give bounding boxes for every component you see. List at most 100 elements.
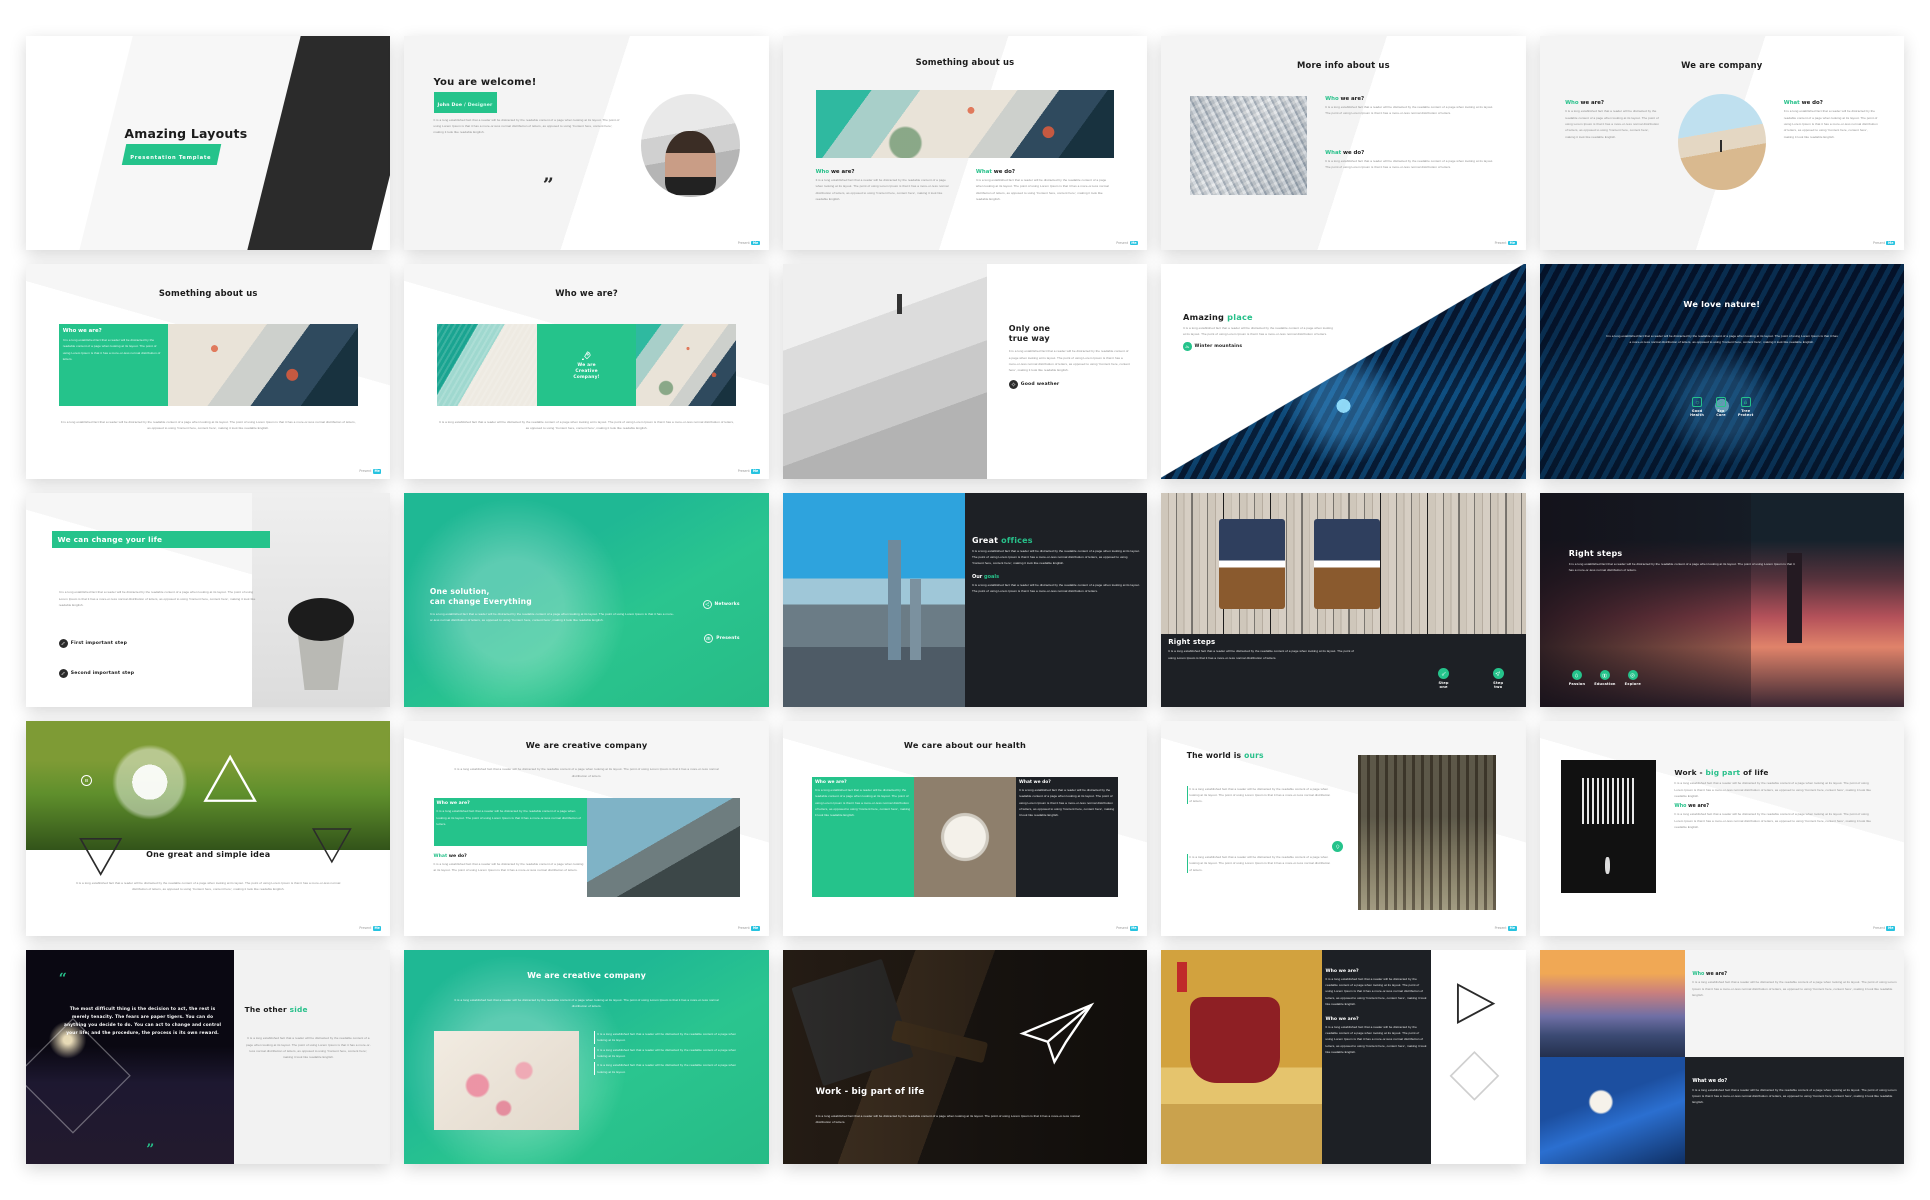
slide-right-steps-sunset[interactable]: Right steps It is a long established fac… bbox=[1539, 492, 1904, 708]
slide-work-big-part-of-life[interactable]: Work - big part of life It is a long est… bbox=[1539, 721, 1904, 936]
list-item[interactable]: It is a long established fact that a rea… bbox=[593, 1062, 743, 1076]
slide5-col1-head-a: Who bbox=[1565, 100, 1579, 107]
slide-footer: Present Me bbox=[1116, 925, 1139, 931]
slide-we-are-creative-company-flowers[interactable]: We are creative company It is a long est… bbox=[404, 949, 769, 1164]
rocket-icon bbox=[582, 351, 591, 360]
slide-we-are-creative-company-photo[interactable]: We are creative company It is a long est… bbox=[404, 721, 769, 936]
slide11-body: It is a long established fact that a rea… bbox=[58, 590, 256, 607]
slide22-photo bbox=[433, 1031, 580, 1130]
slide22-title: We are creative company bbox=[527, 971, 647, 981]
slide17-c1a: Who bbox=[436, 801, 449, 807]
list-item[interactable]: Passion bbox=[1569, 670, 1586, 686]
slide-we-can-change-your-life[interactable]: We can change your life It is a long est… bbox=[26, 492, 391, 708]
slide9-title-dark: Amazing bbox=[1183, 311, 1228, 322]
play-icon[interactable] bbox=[1438, 980, 1511, 1027]
slide3-col2-head-a: What bbox=[975, 168, 992, 175]
slide14-panel: Right steps It is a long established fac… bbox=[1161, 634, 1526, 708]
footer-badge: Me bbox=[372, 925, 382, 931]
list-item[interactable]: Presents bbox=[704, 634, 739, 644]
slide17-c2b: we do? bbox=[447, 854, 467, 860]
slide22-b3: It is a long established fact that a rea… bbox=[597, 1063, 737, 1074]
slide12-title-1: One solution, bbox=[429, 587, 490, 597]
slide-something-about-us-card[interactable]: Something about us Who we are? It is a l… bbox=[26, 264, 391, 479]
slide13-sub-body: It is a long established fact that a rea… bbox=[971, 582, 1141, 594]
slide-you-are-welcome[interactable]: You are welcome! John Doe / Designer It … bbox=[404, 36, 769, 251]
footer-brand: Present bbox=[737, 241, 750, 245]
list-item[interactable]: Step two bbox=[1492, 668, 1504, 690]
slide-we-are-company[interactable]: We are company Who we are? It is a long … bbox=[1539, 36, 1904, 251]
share-icon bbox=[702, 599, 712, 609]
slide21-title-dark: The other bbox=[244, 1005, 290, 1015]
pencil-icon bbox=[58, 668, 68, 678]
list-item[interactable]: Step one bbox=[1438, 668, 1450, 690]
quote-glyph: ” bbox=[542, 173, 554, 196]
slide-who-we-are-creative[interactable]: Who we are? We are Creative Company! It … bbox=[404, 264, 769, 479]
slide6-caption: It is a long established fact that a rea… bbox=[60, 419, 356, 431]
list-item[interactable]: First important step bbox=[58, 638, 127, 648]
slide-great-offices[interactable]: Great offices It is a long established f… bbox=[782, 492, 1148, 708]
footer-brand: Present bbox=[359, 469, 372, 474]
slide-amazing-place[interactable]: Amazing place It is a long established f… bbox=[1161, 264, 1526, 479]
welcome-title: You are welcome! bbox=[433, 76, 537, 88]
slide19-body-1: It is a long established fact that a rea… bbox=[1189, 786, 1331, 804]
slide-only-one-true-way[interactable]: Only one true way It is a long establish… bbox=[782, 264, 1148, 479]
slide18-c2a: What bbox=[1019, 779, 1033, 785]
pause-icon[interactable] bbox=[80, 774, 92, 786]
slide-more-info-about-us[interactable]: More info about us Who we are? It is a l… bbox=[1161, 36, 1526, 251]
slide-footer: Present Me bbox=[359, 469, 382, 474]
slide25-photo-top bbox=[1539, 949, 1686, 1057]
slide7-c2: Creative bbox=[575, 368, 598, 374]
footer-badge: Me bbox=[372, 469, 382, 474]
footer-badge: Me bbox=[751, 925, 760, 931]
list-item[interactable]: Explore bbox=[1625, 670, 1641, 686]
slide12-item1: Networks bbox=[714, 601, 740, 607]
slide12-body: It is a long established fact that a rea… bbox=[429, 611, 674, 623]
slide22-intro: It is a long established fact that a rea… bbox=[454, 997, 719, 1009]
slide-one-great-simple-idea[interactable]: One great and simple idea It is a long e… bbox=[26, 721, 391, 936]
slide14-body: It is a long established fact that a rea… bbox=[1168, 649, 1355, 660]
slide13-sub-a: Our bbox=[971, 573, 983, 580]
slide-we-care-about-our-health[interactable]: We care about our health Who we are? It … bbox=[782, 721, 1148, 936]
slide10-title: We love nature! bbox=[1683, 298, 1761, 309]
slide15-body: It is a long established fact that a rea… bbox=[1568, 561, 1795, 572]
slide-the-world-is-ours[interactable]: The world is ours It is a long establish… bbox=[1161, 721, 1526, 936]
slide-footer: Present Me bbox=[1495, 240, 1517, 246]
slide-we-love-nature[interactable]: We love nature! It is a long established… bbox=[1539, 264, 1904, 479]
slide-cover-amazing-layouts[interactable]: Amazing Layouts Presentation Template bbox=[26, 36, 391, 251]
slide-quote-the-other-side[interactable]: “ The most difficult thing is the decisi… bbox=[26, 949, 391, 1164]
gift-icon bbox=[704, 634, 714, 644]
slide13-body: It is a long established fact that a rea… bbox=[971, 548, 1141, 566]
list-item[interactable]: Good Health bbox=[1690, 397, 1704, 417]
slide15-item-list: Passion Education Explore bbox=[1569, 670, 1641, 686]
list-item[interactable]: Networks bbox=[702, 599, 740, 609]
slide-footer: Present Me bbox=[738, 925, 760, 931]
quote-open-glyph: “ bbox=[58, 971, 67, 988]
slide-something-about-us-photo[interactable]: Something about us Who we are? It is a l… bbox=[782, 36, 1148, 251]
slide16-title: One great and simple idea bbox=[146, 849, 271, 859]
list-item[interactable]: Education bbox=[1594, 670, 1615, 686]
slide-right-steps-wood[interactable]: Right steps It is a long established fac… bbox=[1161, 492, 1526, 708]
slide4-col1-head-b: we are? bbox=[1338, 96, 1365, 103]
slide4-col2-head-b: we do? bbox=[1341, 149, 1365, 156]
slide-who-we-are-quad[interactable]: Who we are? It is a long established fac… bbox=[1161, 949, 1526, 1164]
slide24-head-1: Who we are? bbox=[1325, 968, 1359, 974]
list-item[interactable]: It is a long established fact that a rea… bbox=[593, 1046, 743, 1060]
list-item[interactable]: It is a long established fact that a rea… bbox=[593, 1031, 743, 1044]
slide-one-solution[interactable]: One solution, can change Everything It i… bbox=[404, 492, 769, 708]
nature-f2-l2: Care bbox=[1716, 413, 1726, 418]
list-item[interactable]: Eco Care bbox=[1715, 397, 1726, 418]
list-item[interactable]: Tree Protect bbox=[1738, 397, 1753, 417]
footer-badge: Me bbox=[1508, 240, 1517, 246]
slide22-b1: It is a long established fact that a rea… bbox=[597, 1032, 737, 1043]
slide-who-we-are-rose[interactable]: Who we are? It is a long established fac… bbox=[1539, 949, 1904, 1164]
slide4-col1-head-a: Who bbox=[1325, 96, 1339, 103]
slide-work-big-part-of-life-axe[interactable]: Work - big part of life It is a long est… bbox=[782, 949, 1148, 1164]
slide10-feature-list: Good Health Eco Care Tree Protect bbox=[1540, 397, 1904, 417]
slide-footer: Present Me bbox=[1873, 240, 1895, 246]
slide11-step2: Second important step bbox=[70, 670, 135, 676]
list-item[interactable]: Second important step bbox=[58, 668, 135, 678]
slide20-sub-body: It is a long established fact that a rea… bbox=[1674, 812, 1872, 829]
footer-badge: Me bbox=[1886, 925, 1895, 931]
slide6-card-body: It is a long established fact that a rea… bbox=[62, 337, 161, 361]
slide18-c1a: Who bbox=[814, 779, 826, 785]
